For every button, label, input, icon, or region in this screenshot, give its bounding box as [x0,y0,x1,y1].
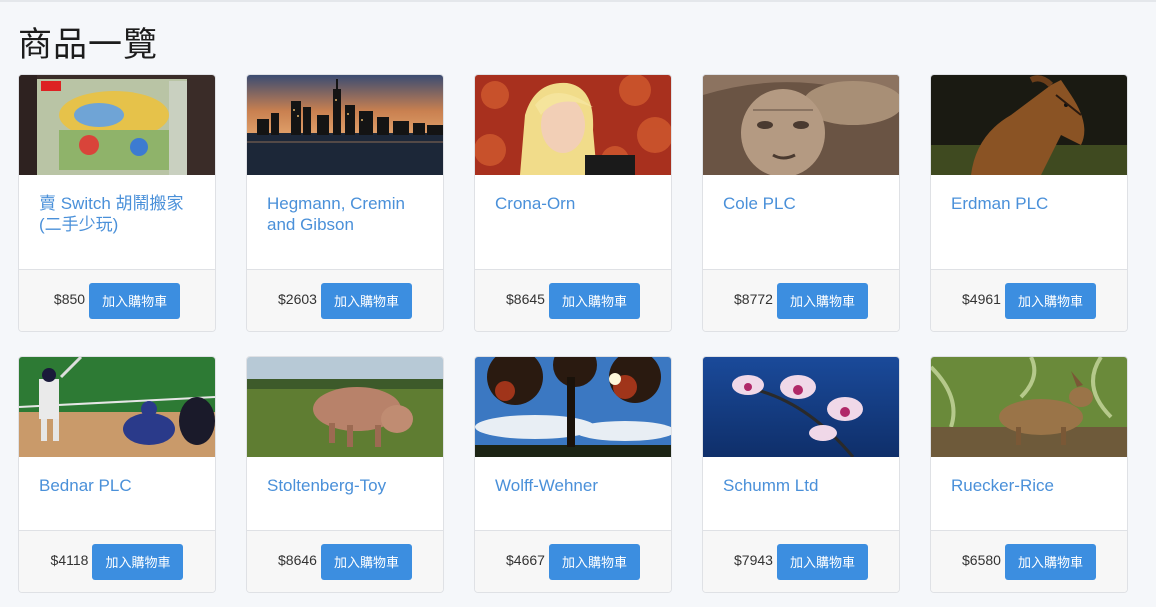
add-to-cart-button[interactable]: 加入購物車 [320,282,412,319]
product-name-link[interactable]: Bednar PLC [39,475,195,496]
horse-image [931,75,1127,175]
card-footer: $8645 加入購物車 [475,269,671,331]
product-image-old-man[interactable] [703,75,899,175]
tree-sky-image [475,357,671,457]
product-name-link[interactable]: Crona-Orn [495,193,651,214]
product-card: Hegmann, Cremin and Gibson $2603 加入購物車 [246,74,444,332]
add-to-cart-button[interactable]: 加入購物車 [548,543,640,580]
product-image-pig[interactable] [247,357,443,457]
card-body: 賣 Switch 胡鬧搬家(二手少玩) [19,175,215,269]
card-footer: $7943 加入購物車 [703,530,899,592]
card-footer: $2603 加入購物車 [247,269,443,331]
add-to-cart-button[interactable]: 加入購物車 [1004,282,1096,319]
product-card: 賣 Switch 胡鬧搬家(二手少玩) $850 加入購物車 [18,74,216,332]
product-card: Wolff-Wehner $4667 加入購物車 [474,356,672,593]
deer-image [931,357,1127,457]
blonde-woman-image [475,75,671,175]
product-card: Erdman PLC $4961 加入購物車 [930,74,1128,332]
product-card: Bednar PLC $4118 加入購物車 [18,356,216,593]
card-footer: $8772 加入購物車 [703,269,899,331]
product-card: Stoltenberg-Toy $8646 加入購物車 [246,356,444,593]
product-card: Crona-Orn $8645 加入購物車 [474,74,672,332]
product-image-baseball[interactable] [19,357,215,457]
product-price: $4118 [50,551,89,568]
card-footer: $4667 加入購物車 [475,530,671,592]
card-body: Schumm Ltd [703,457,899,530]
product-image-orchid[interactable] [703,357,899,457]
top-border [0,0,1156,2]
card-body: Wolff-Wehner [475,457,671,530]
game-box-image [19,75,215,175]
orchid-image [703,357,899,457]
city-skyline-image [247,75,443,175]
card-footer: $4961 加入購物車 [931,269,1127,331]
product-name-link[interactable]: Ruecker-Rice [951,475,1107,496]
card-body: Stoltenberg-Toy [247,457,443,530]
product-price: $8772 [734,290,773,307]
product-grid: 賣 Switch 胡鬧搬家(二手少玩) $850 加入購物車 Hegmann, … [18,74,1128,593]
product-card: Cole PLC $8772 加入購物車 [702,74,900,332]
product-name-link[interactable]: Schumm Ltd [723,475,879,496]
card-footer: $4118 加入購物車 [19,530,215,592]
add-to-cart-button[interactable]: 加入購物車 [548,282,640,319]
product-name-link[interactable]: Hegmann, Cremin and Gibson [267,193,423,235]
product-image-horse[interactable] [931,75,1127,175]
product-price: $8645 [506,290,545,307]
product-card: Ruecker-Rice $6580 加入購物車 [930,356,1128,593]
product-image-blonde-woman[interactable] [475,75,671,175]
card-body: Ruecker-Rice [931,457,1127,530]
product-price: $2603 [278,290,317,307]
add-to-cart-button[interactable]: 加入購物車 [776,282,868,319]
product-name-link[interactable]: Stoltenberg-Toy [267,475,423,496]
add-to-cart-button[interactable]: 加入購物車 [89,282,181,319]
product-card: Schumm Ltd $7943 加入購物車 [702,356,900,593]
baseball-image [19,357,215,457]
product-price: $7943 [734,551,773,568]
product-price: $4961 [962,290,1001,307]
card-footer: $8646 加入購物車 [247,530,443,592]
product-price: $850 [53,290,86,307]
card-body: Hegmann, Cremin and Gibson [247,175,443,269]
add-to-cart-button[interactable]: 加入購物車 [776,543,868,580]
card-body: Crona-Orn [475,175,671,269]
card-body: Bednar PLC [19,457,215,530]
card-footer: $850 加入購物車 [19,269,215,331]
pig-image [247,357,443,457]
page-title: 商品一覽 [18,25,158,65]
product-name-link[interactable]: 賣 Switch 胡鬧搬家(二手少玩) [39,193,195,235]
card-footer: $6580 加入購物車 [931,530,1127,592]
product-name-link[interactable]: Cole PLC [723,193,879,214]
card-body: Cole PLC [703,175,899,269]
product-price: $8646 [278,551,317,568]
product-name-link[interactable]: Erdman PLC [951,193,1107,214]
card-body: Erdman PLC [931,175,1127,269]
product-image-game-box[interactable] [19,75,215,175]
product-price: $4667 [506,551,545,568]
product-image-deer[interactable] [931,357,1127,457]
add-to-cart-button[interactable]: 加入購物車 [1004,543,1096,580]
add-to-cart-button[interactable]: 加入購物車 [320,543,412,580]
product-image-tree-sky[interactable] [475,357,671,457]
product-name-link[interactable]: Wolff-Wehner [495,475,651,496]
product-price: $6580 [962,551,1001,568]
old-man-image [703,75,899,175]
add-to-cart-button[interactable]: 加入購物車 [92,543,184,580]
product-image-city-skyline[interactable] [247,75,443,175]
